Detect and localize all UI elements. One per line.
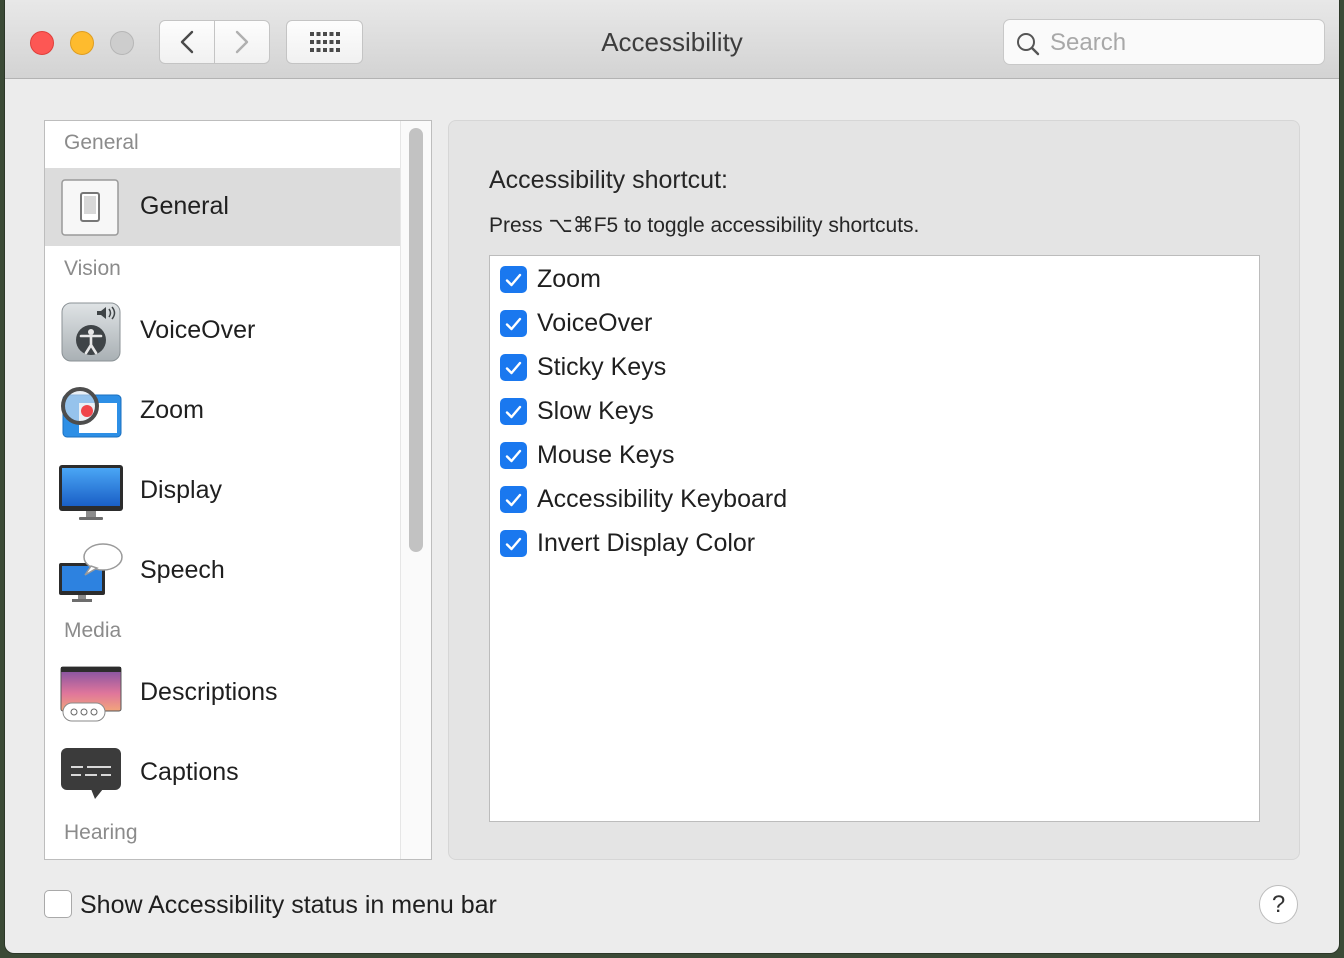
show-status-checkbox[interactable]	[44, 890, 72, 918]
checkmark-icon	[505, 449, 522, 462]
show-status-label[interactable]: Show Accessibility status in menu bar	[80, 891, 497, 920]
option-label: Mouse Keys	[537, 441, 675, 469]
general-settings-pane: Accessibility shortcut: Press ⌥⌘F5 to to…	[448, 120, 1300, 860]
zoom-checkbox[interactable]	[500, 266, 527, 293]
list-item[interactable]: Invert Display Color	[500, 523, 1200, 563]
checkmark-icon	[505, 361, 522, 374]
scrollbar-thumb[interactable]	[409, 128, 423, 552]
section-header-hearing: Hearing	[64, 821, 138, 844]
shortcut-title: Accessibility shortcut:	[489, 166, 728, 194]
sidebar-item-label: Zoom	[140, 396, 204, 424]
voiceover-icon	[61, 302, 121, 362]
checkmark-icon	[505, 405, 522, 418]
checkmark-icon	[505, 273, 522, 286]
sticky-keys-checkbox[interactable]	[500, 354, 527, 381]
sidebar-item-label: Descriptions	[140, 678, 278, 706]
section-header-general: General	[64, 131, 139, 154]
general-switch-icon	[61, 179, 119, 236]
sidebar-item-captions[interactable]: Captions	[45, 734, 400, 812]
option-label: Invert Display Color	[537, 529, 756, 557]
search-icon	[1017, 33, 1040, 56]
option-label: Slow Keys	[537, 397, 654, 425]
descriptions-icon	[60, 666, 122, 722]
section-header-media: Media	[64, 619, 122, 642]
checkmark-icon	[505, 493, 522, 506]
sidebar-item-label: VoiceOver	[140, 316, 256, 344]
sidebar-item-voiceover[interactable]: VoiceOver	[45, 292, 400, 370]
display-monitor-icon	[59, 465, 123, 520]
help-button[interactable]: ?	[1259, 885, 1298, 924]
sidebar-item-speech[interactable]: Speech	[45, 532, 400, 610]
option-label: Zoom	[537, 265, 601, 293]
slow-keys-checkbox[interactable]	[500, 398, 527, 425]
list-item[interactable]: Mouse Keys	[500, 435, 1200, 475]
option-label: Sticky Keys	[537, 353, 667, 381]
title-bar: Accessibility	[5, 0, 1339, 79]
list-item[interactable]: VoiceOver	[500, 303, 1200, 343]
mouse-keys-checkbox[interactable]	[500, 442, 527, 469]
shortcut-description: Press ⌥⌘F5 to toggle accessibility short…	[489, 214, 920, 237]
search-input[interactable]	[1048, 26, 1312, 60]
captions-icon	[61, 748, 121, 799]
preferences-window: Accessibility General General Vision	[5, 0, 1339, 953]
sidebar-item-general[interactable]: General	[45, 168, 400, 246]
invert-display-color-checkbox[interactable]	[500, 530, 527, 557]
list-item[interactable]: Slow Keys	[500, 391, 1200, 431]
search-field[interactable]	[1003, 19, 1325, 65]
list-item[interactable]: Zoom	[500, 259, 1200, 299]
speech-bubble-icon	[59, 543, 123, 602]
accessibility-keyboard-checkbox[interactable]	[500, 486, 527, 513]
checkmark-icon	[505, 537, 522, 550]
option-label: VoiceOver	[537, 309, 653, 337]
zoom-magnifier-icon	[61, 387, 122, 438]
sidebar-item-descriptions[interactable]: Descriptions	[45, 654, 400, 732]
sidebar-item-label: General	[140, 192, 229, 220]
section-header-vision: Vision	[64, 257, 121, 280]
option-label: Accessibility Keyboard	[537, 485, 788, 513]
list-item[interactable]: Accessibility Keyboard	[500, 479, 1200, 519]
category-sidebar: General General Vision VoiceOver Zoom Di…	[44, 120, 432, 860]
voiceover-checkbox[interactable]	[500, 310, 527, 337]
shortcut-options-list: Zoom VoiceOver Sticky Keys Slow Keys Mou…	[489, 255, 1260, 822]
sidebar-item-label: Display	[140, 476, 222, 504]
sidebar-item-zoom[interactable]: Zoom	[45, 372, 400, 450]
sidebar-item-label: Speech	[140, 556, 225, 584]
sidebar-item-label: Captions	[140, 758, 239, 786]
sidebar-scrollbar[interactable]	[400, 121, 431, 859]
checkmark-icon	[505, 317, 522, 330]
sidebar-item-display[interactable]: Display	[45, 452, 400, 530]
list-item[interactable]: Sticky Keys	[500, 347, 1200, 387]
